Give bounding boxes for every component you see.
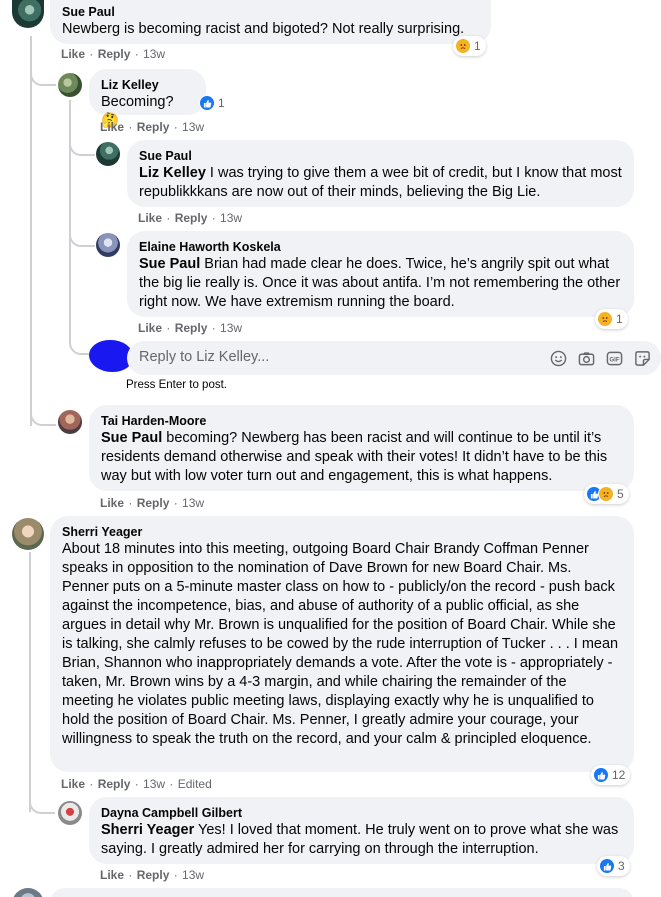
avatar[interactable]	[58, 410, 82, 434]
mention-link[interactable]: Sue Paul	[139, 256, 200, 272]
timestamp[interactable]: 13w	[143, 777, 165, 791]
reply-button[interactable]: Reply	[98, 47, 131, 61]
reply-button[interactable]: Reply	[137, 120, 170, 134]
sad-icon	[597, 311, 613, 327]
comment-author[interactable]: Dayna Campbell Gilbert	[101, 805, 622, 821]
avatar[interactable]	[96, 233, 120, 257]
timestamp[interactable]: 13w	[182, 120, 204, 134]
sad-icon	[455, 38, 471, 54]
comment-actions: Like · Reply · 13w	[100, 120, 205, 134]
reaction-badge[interactable]: 1	[197, 93, 230, 113]
comment-actions: Like · Reply · 13w	[138, 211, 243, 225]
comment-author[interactable]: Sue Paul	[62, 4, 479, 20]
reaction-count: 1	[474, 39, 481, 53]
avatar[interactable]	[58, 801, 82, 825]
comment-text-body: becoming? Newberg has been racist and wi…	[101, 430, 608, 484]
thread-curve	[69, 215, 95, 247]
comment-author[interactable]: Liz Kelley	[101, 77, 194, 93]
reaction-badge[interactable]: 3	[597, 856, 630, 876]
like-button[interactable]: Like	[100, 120, 124, 134]
mention-link[interactable]: Sue Paul	[101, 430, 162, 446]
reply-button[interactable]: Reply	[175, 211, 208, 225]
like-button[interactable]: Like	[100, 496, 124, 510]
comment-actions: Like · Reply · 13w	[138, 321, 243, 335]
reaction-badge[interactable]: 1	[453, 36, 486, 56]
reply-hint: Press Enter to post.	[126, 379, 227, 391]
svg-text:GIF: GIF	[609, 356, 619, 363]
reply-placeholder: Reply to Liz Kelley...	[139, 349, 270, 365]
timestamp[interactable]: 13w	[182, 496, 204, 510]
comment-actions: Like · Reply · 13w	[61, 47, 166, 61]
avatar[interactable]	[58, 73, 82, 97]
mention-link[interactable]: Liz Kelley	[139, 165, 206, 181]
comment-bubble	[50, 888, 634, 897]
timestamp[interactable]: 13w	[220, 321, 242, 335]
comment-text: Newberg is becoming racist and bigoted? …	[62, 21, 465, 37]
like-icon	[599, 858, 615, 874]
comment-text: About 18 minutes into this meeting, outg…	[62, 541, 619, 747]
mention-link[interactable]: Sherri Yeager	[101, 822, 194, 838]
comment-author[interactable]: Sue Paul	[139, 148, 622, 164]
comment-bubble: Elaine Haworth Koskela Sue Paul Brian ha…	[127, 231, 634, 317]
comment-actions: Like · Reply · 13w · Edited	[61, 777, 212, 791]
reply-input[interactable]: Reply to Liz Kelley... GIF	[127, 341, 661, 375]
reaction-count: 5	[617, 487, 624, 501]
avatar[interactable]	[12, 888, 44, 897]
thread-curve	[69, 315, 89, 355]
thread-line	[30, 36, 32, 426]
comment-author[interactable]: Sherri Yeager	[62, 524, 622, 540]
timestamp[interactable]: 13w	[220, 211, 242, 225]
comment-text-body: Brian had made clear he does. Twice, he’…	[139, 256, 621, 310]
reaction-count: 1	[616, 312, 623, 326]
like-button[interactable]: Like	[61, 777, 85, 791]
thread-curve	[30, 40, 56, 86]
comment-bubble: Dayna Campbell Gilbert Sherri Yeager Yes…	[89, 797, 634, 864]
comment-bubble: Sue Paul Newberg is becoming racist and …	[50, 0, 491, 44]
thread-curve	[29, 780, 55, 814]
comment-text: Liz Kelley I was trying to give them a w…	[139, 164, 622, 202]
reaction-count: 1	[218, 96, 225, 110]
like-button[interactable]: Like	[100, 868, 124, 882]
comment-bubble: Liz Kelley Becoming? 🤔	[89, 69, 206, 129]
reaction-count: 12	[612, 768, 626, 782]
thread-curve	[30, 390, 56, 426]
reaction-count: 3	[618, 859, 625, 873]
comment-text: Sherri Yeager Yes! I loved that moment. …	[101, 821, 622, 859]
sad-icon	[598, 486, 614, 502]
emoji-icon[interactable]	[549, 349, 567, 367]
comment-text: Sue Paul Brian had made clear he does. T…	[139, 255, 622, 312]
like-button[interactable]: Like	[61, 47, 85, 61]
thread-line	[29, 552, 31, 812]
like-button[interactable]: Like	[138, 321, 162, 335]
reply-button[interactable]: Reply	[137, 868, 170, 882]
camera-icon[interactable]	[577, 349, 595, 367]
avatar[interactable]	[96, 142, 120, 166]
like-icon	[593, 767, 609, 783]
edited-label: Edited	[177, 777, 212, 791]
reaction-badge[interactable]: 1	[595, 309, 628, 329]
reaction-badge[interactable]: 12	[591, 765, 631, 785]
like-button[interactable]: Like	[138, 211, 162, 225]
comment-bubble: Sue Paul Liz Kelley I was trying to give…	[127, 140, 634, 207]
avatar[interactable]	[12, 518, 44, 550]
thread-curve	[69, 120, 95, 156]
reply-button[interactable]: Reply	[175, 321, 208, 335]
gif-icon[interactable]: GIF	[605, 349, 623, 367]
reply-button[interactable]: Reply	[98, 777, 131, 791]
comment-actions: Like · Reply · 13w	[100, 868, 205, 882]
reaction-badge[interactable]: 5	[584, 484, 629, 504]
comment-text: Sue Paul becoming? Newberg has been raci…	[101, 429, 622, 486]
timestamp[interactable]: 13w	[143, 47, 165, 61]
timestamp[interactable]: 13w	[182, 868, 204, 882]
comment-author[interactable]: Elaine Haworth Koskela	[139, 239, 622, 255]
comment-bubble: Tai Harden-Moore Sue Paul becoming? Newb…	[89, 405, 634, 491]
comment-bubble: Sherri Yeager About 18 minutes into this…	[50, 516, 634, 772]
sticker-icon[interactable]	[633, 349, 651, 367]
comment-author[interactable]: Tai Harden-Moore	[101, 413, 622, 429]
like-icon	[199, 95, 215, 111]
avatar[interactable]	[12, 0, 44, 28]
comment-text-body: I was trying to give them a wee bit of c…	[139, 165, 622, 200]
reply-button[interactable]: Reply	[137, 496, 170, 510]
comment-actions: Like · Reply · 13w	[100, 496, 205, 510]
